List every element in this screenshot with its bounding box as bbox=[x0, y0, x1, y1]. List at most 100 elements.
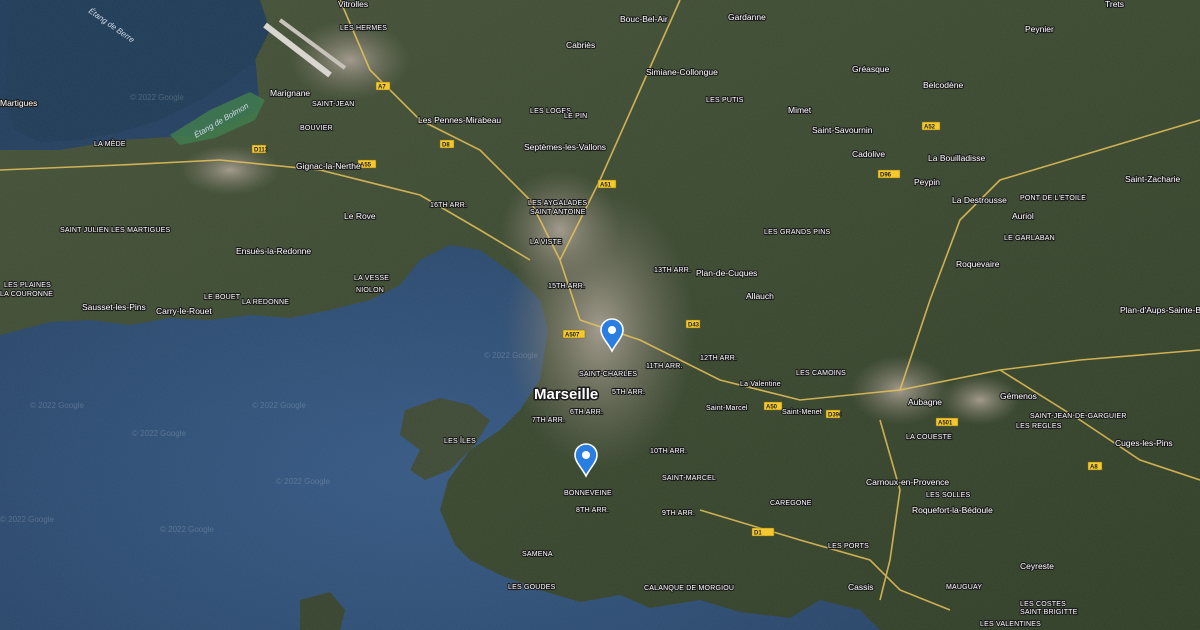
town-label: Saint-Zacharie bbox=[1125, 174, 1181, 184]
locality-label: BOUVIER bbox=[300, 125, 333, 132]
town-label: Plan-d'Aups-Sainte-Baume bbox=[1120, 305, 1200, 315]
watermark: © 2022 Google bbox=[132, 429, 186, 438]
town-label: Saint-Menet bbox=[782, 409, 822, 416]
locality-label: LES SOLLES bbox=[926, 492, 971, 499]
locality-label: LES GRANDS PINS bbox=[764, 229, 831, 236]
locality-label: LA COURONNE bbox=[0, 291, 53, 298]
svg-text:D96: D96 bbox=[880, 173, 892, 179]
town-label: Martigues bbox=[0, 98, 37, 108]
locality-label: SAMENA bbox=[522, 551, 553, 558]
watermark: © 2022 Google bbox=[252, 401, 306, 410]
district-label: 16TH ARR. bbox=[430, 202, 467, 209]
road-shield-d908: D96 bbox=[877, 169, 901, 179]
locality-label: LA REDONNE bbox=[242, 299, 289, 306]
locality-label: SAINT BRIGITTE bbox=[1020, 609, 1078, 616]
locality-label: LES REGLES bbox=[1016, 423, 1062, 430]
locality-label: LES PUTIS bbox=[706, 97, 744, 104]
town-label: Sausset-les-Pins bbox=[82, 302, 146, 312]
town-label: Cadolive bbox=[852, 149, 885, 159]
town-label: Septèmes-les-Vallons bbox=[524, 142, 606, 152]
town-label: Roquefort-la-Bédoule bbox=[912, 505, 993, 515]
road-shield-a507: A507 bbox=[562, 329, 586, 339]
town-label: Carnoux-en-Provence bbox=[866, 477, 949, 487]
locality-label: PONT DE L'ETOILE bbox=[1020, 195, 1086, 202]
locality-label: LES PLAINES bbox=[4, 282, 51, 289]
town-label: Roquevaire bbox=[956, 259, 1000, 269]
svg-text:A51: A51 bbox=[600, 183, 612, 189]
district-label: 6TH ARR. bbox=[570, 409, 603, 416]
road-shield-d9: D8 bbox=[439, 139, 455, 149]
svg-text:A501: A501 bbox=[938, 421, 953, 427]
town-label: Cabriès bbox=[566, 40, 595, 50]
watermark: © 2022 Google bbox=[484, 351, 538, 360]
locality-label: LA VISTE bbox=[530, 239, 562, 246]
locality-label: LES AYGALADES bbox=[528, 200, 587, 207]
district-label: 12TH ARR. bbox=[700, 355, 737, 362]
town-label: Peynier bbox=[1025, 24, 1054, 34]
marker-label: SAINT-CHARLES bbox=[579, 371, 637, 378]
locality-label: LES PORTS bbox=[828, 543, 869, 550]
svg-text:D396: D396 bbox=[828, 413, 843, 419]
locality-label: LE GARLABAN bbox=[1004, 235, 1055, 242]
locality-label: LA MÈDE bbox=[94, 139, 126, 148]
district-label: 5TH ARR. bbox=[612, 389, 645, 396]
place-label-les-iles: LES ÎLES bbox=[444, 436, 476, 445]
town-label: Allauch bbox=[746, 291, 774, 301]
locality-label: SAINT-JEAN bbox=[312, 101, 354, 108]
locality-label: LES CAMOINS bbox=[796, 370, 846, 377]
town-label: Ceyreste bbox=[1020, 561, 1054, 571]
town-label: Bouc-Bel-Air bbox=[620, 14, 668, 24]
town-label: Trets bbox=[1105, 0, 1124, 9]
town-label: Carry-le-Rouet bbox=[156, 306, 212, 316]
locality-label: CALANQUE DE MORGIOU bbox=[644, 585, 734, 592]
locality-label: LA VESSE bbox=[354, 275, 389, 282]
road-shield-a7: A7 bbox=[375, 81, 391, 91]
road-shield-a50: A50 bbox=[763, 401, 783, 411]
pin-dot bbox=[582, 451, 590, 459]
locality-label: CAREGONE bbox=[770, 500, 812, 507]
city-label-marseille: Marseille bbox=[534, 386, 598, 403]
svg-text:D113: D113 bbox=[254, 148, 269, 154]
district-label: 7TH ARR. bbox=[532, 417, 565, 424]
town-label: Gréasque bbox=[852, 64, 890, 74]
town-label: Vitrolles bbox=[338, 0, 368, 9]
town-label: Ensuès-la-Redonne bbox=[236, 246, 311, 256]
watermark: © 2022 Google bbox=[30, 401, 84, 410]
svg-text:A50: A50 bbox=[766, 405, 778, 411]
town-label: Marignane bbox=[270, 88, 310, 98]
locality-label: SAINT ANTOINE bbox=[530, 209, 586, 216]
watermark: © 2022 Google bbox=[0, 515, 54, 524]
svg-text:A55: A55 bbox=[360, 163, 372, 169]
town-label: La Bouilladisse bbox=[928, 153, 985, 163]
district-label: 10TH ARR. bbox=[650, 448, 687, 455]
locality-label: LES HERMES bbox=[340, 25, 387, 32]
road-shield-d5: D113 bbox=[251, 144, 269, 154]
town-label: Peypin bbox=[914, 177, 940, 187]
locality-label: MAUGUAY bbox=[946, 584, 982, 591]
town-label: Auriol bbox=[1012, 211, 1034, 221]
town-label: Saint-Marcel bbox=[706, 405, 748, 412]
svg-text:A7: A7 bbox=[378, 85, 386, 91]
town-label: Gémenos bbox=[1000, 391, 1037, 401]
town-label: Cassis bbox=[848, 582, 874, 592]
watermark: © 2022 Google bbox=[160, 525, 214, 534]
satellite-map[interactable]: A7 A51 A55 A50 A52 A501 A507 A8 D1 D96 D… bbox=[0, 0, 1200, 630]
pin-dot bbox=[608, 326, 616, 334]
map-canvas: A7 A51 A55 A50 A52 A501 A507 A8 D1 D96 D… bbox=[0, 0, 1200, 630]
watermark: © 2022 Google bbox=[130, 93, 184, 102]
road-shield-a8: A8 bbox=[1087, 461, 1103, 471]
road-shield-a52: A52 bbox=[921, 121, 941, 131]
town-label: La Destrousse bbox=[952, 195, 1007, 205]
town-label: Gignac-la-Nerthe bbox=[296, 161, 361, 171]
road-shield-d559: D1 bbox=[751, 527, 775, 537]
town-label: Plan-de-Cuques bbox=[696, 268, 757, 278]
locality-label: SAINT-JEAN-DE-GARGUIER bbox=[1030, 413, 1127, 420]
locality-label: SAINT-MARCEL bbox=[662, 475, 716, 482]
locality-label: LE BOUET bbox=[204, 294, 241, 301]
locality-label: LE PIN bbox=[564, 113, 587, 120]
locality-label: NIOLON bbox=[356, 287, 384, 294]
road-shield-a51: A51 bbox=[597, 179, 617, 189]
town-label: Belcodène bbox=[923, 80, 963, 90]
district-label: 11TH ARR. bbox=[646, 363, 683, 370]
town-label: Aubagne bbox=[908, 397, 942, 407]
